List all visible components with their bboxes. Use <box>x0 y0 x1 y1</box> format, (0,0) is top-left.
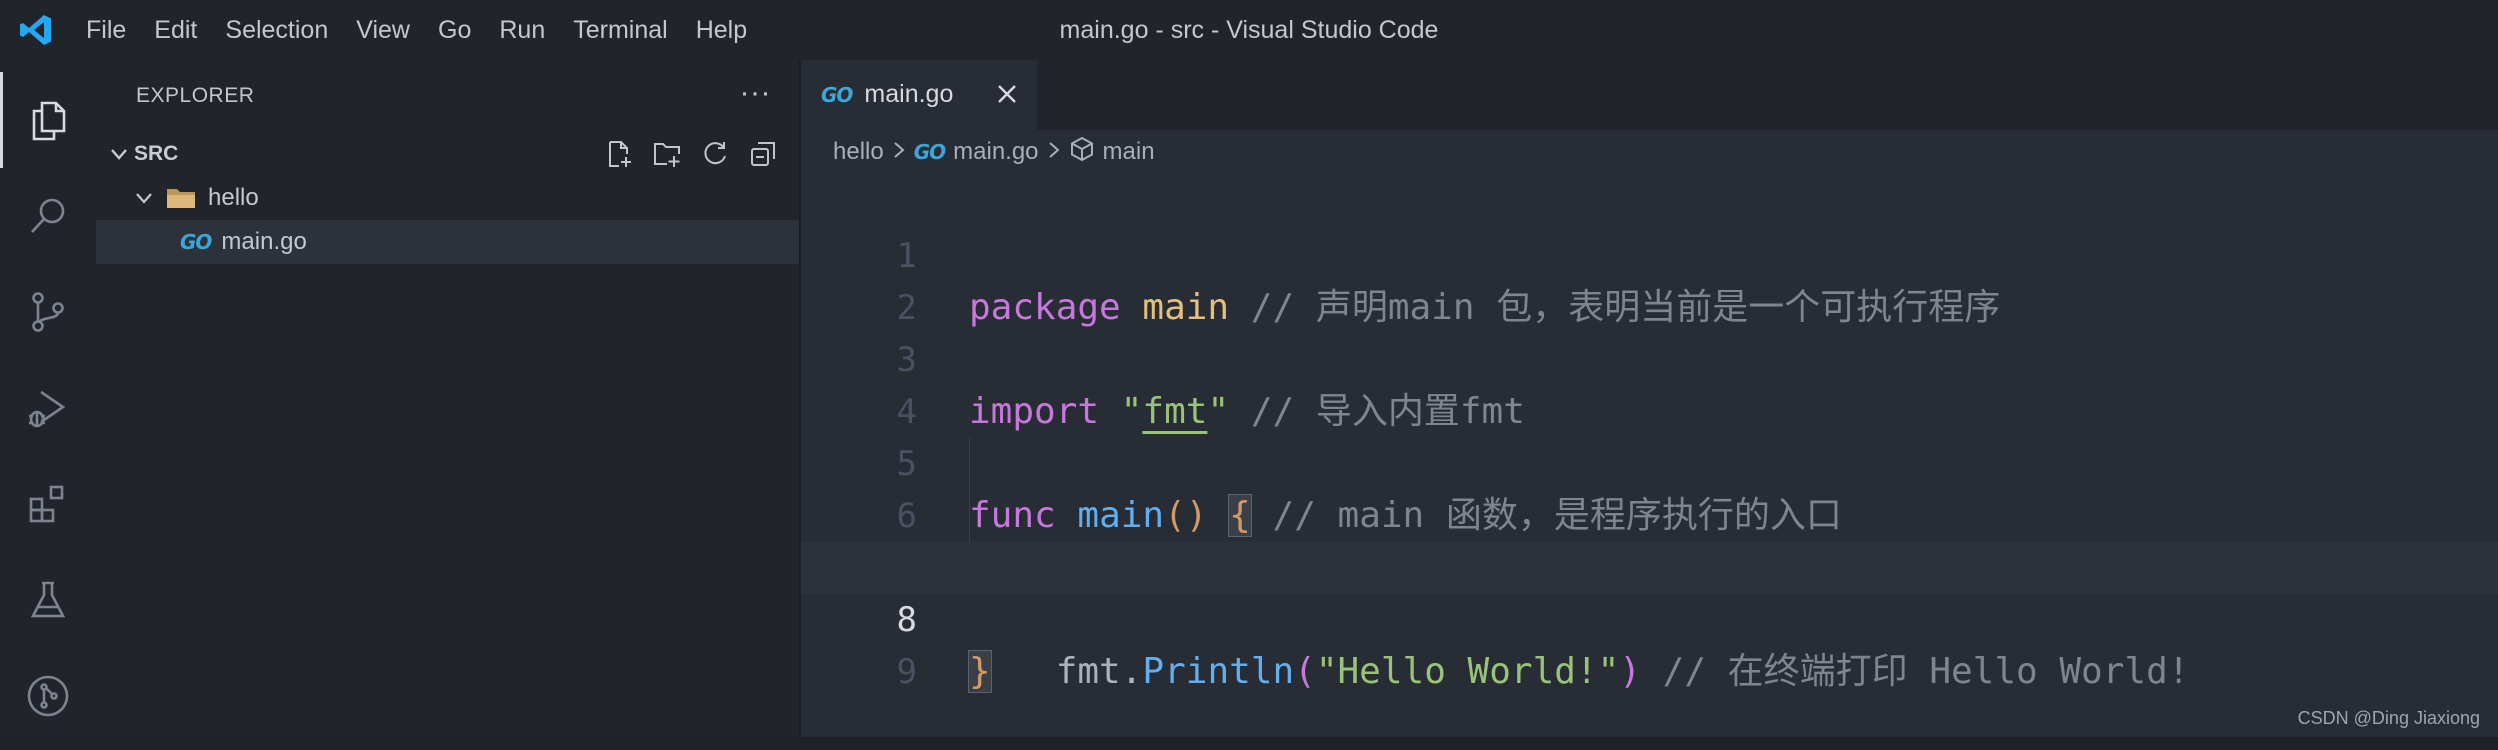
brace-token: } <box>968 650 992 693</box>
more-actions-icon[interactable]: ··· <box>740 76 771 110</box>
run-debug-icon[interactable] <box>0 360 96 456</box>
identifier-token: fmt <box>1055 651 1121 692</box>
git-graph-icon[interactable] <box>0 648 96 744</box>
menu-file[interactable]: File <box>72 0 140 60</box>
chevron-right-icon <box>1047 138 1061 166</box>
indent-guide <box>969 490 970 542</box>
explorer-title: EXPLORER <box>136 84 255 107</box>
code-line: 2 <box>801 230 2498 328</box>
go-file-icon: GO <box>821 82 853 107</box>
title-bar: File Edit Selection View Go Run Terminal… <box>0 0 2498 60</box>
explorer-header: EXPLORER ··· <box>96 60 799 132</box>
breadcrumb-folder[interactable]: hello <box>833 138 884 166</box>
tab-label: main.go <box>864 80 954 108</box>
extensions-icon[interactable] <box>0 456 96 552</box>
paren-token: ( <box>1294 651 1316 692</box>
menu-terminal[interactable]: Terminal <box>559 0 681 60</box>
testing-icon[interactable] <box>0 552 96 648</box>
symbol-module-icon <box>1069 136 1095 169</box>
workspace-name: SRC <box>134 142 179 165</box>
chevron-right-icon <box>892 138 906 166</box>
menu-edit[interactable]: Edit <box>140 0 211 60</box>
search-icon[interactable] <box>0 168 96 264</box>
new-folder-icon[interactable] <box>643 136 691 172</box>
new-file-icon[interactable] <box>595 136 643 172</box>
breadcrumb-file[interactable]: main.go <box>953 138 1038 166</box>
tree-folder-hello[interactable]: hello <box>96 176 799 220</box>
editor-area: GO main.go hello GO main.go main 1 packa… <box>801 60 2498 737</box>
code-line: 6 <box>801 438 2498 536</box>
code-line: 4 <box>801 334 2498 432</box>
comment-token: // 在终端打印 Hello World! <box>1662 651 2190 692</box>
code-line: 1 package main // 声明main 包，表明当前是一个可执行程序 <box>801 178 2498 328</box>
tree-item-label: hello <box>208 184 259 211</box>
go-file-icon: GO <box>180 230 212 254</box>
breadcrumb-symbol[interactable]: main <box>1103 138 1155 166</box>
go-file-icon: GO <box>913 140 946 164</box>
tab-bar: GO main.go <box>801 60 2498 130</box>
collapse-all-icon[interactable] <box>739 136 787 172</box>
code-line: 3 import "fmt" // 导入内置fmt <box>801 282 2498 432</box>
explorer-sidebar: EXPLORER ··· SRC hello GO main.go <box>96 60 800 737</box>
line-number: 9 <box>896 652 917 692</box>
menu-selection[interactable]: Selection <box>211 0 342 60</box>
dot-token: . <box>1120 651 1143 692</box>
menu-view[interactable]: View <box>342 0 424 60</box>
folder-icon <box>166 186 196 210</box>
tree-file-main-go[interactable]: GO main.go <box>96 220 799 264</box>
string-token: "Hello World!" <box>1315 651 1620 692</box>
source-control-icon[interactable] <box>0 264 96 360</box>
explorer-actions <box>595 136 787 172</box>
activity-bar <box>0 60 96 737</box>
vscode-logo-icon <box>0 0 72 60</box>
tree-item-label: main.go <box>221 228 307 255</box>
menu-bar: File Edit Selection View Go Run Terminal… <box>72 0 761 60</box>
explorer-icon[interactable] <box>0 72 96 168</box>
menu-go[interactable]: Go <box>424 0 485 60</box>
breadcrumb: hello GO main.go main <box>801 130 2498 174</box>
code-line: 9 <box>801 594 2498 692</box>
code-line: 7 fmt.Println("Hello World!") // 在终端打印 H… <box>801 490 2498 692</box>
chevron-down-icon <box>128 188 160 208</box>
function-token: Println <box>1142 651 1295 692</box>
refresh-icon[interactable] <box>691 136 739 172</box>
menu-run[interactable]: Run <box>485 0 559 60</box>
code-line: 5 func main() { // main 函数，是程序执行的入口 <box>801 386 2498 537</box>
tab-main-go[interactable]: GO main.go <box>801 60 1037 130</box>
code-editor[interactable]: 1 package main // 声明main 包，表明当前是一个可执行程序 … <box>801 178 2498 693</box>
code-line-current: 8 } <box>801 542 2498 693</box>
chevron-down-icon <box>104 144 134 164</box>
close-icon[interactable] <box>993 80 1021 115</box>
watermark: CSDN @Ding Jiaxiong <box>2297 708 2480 728</box>
paren-token: ) <box>1619 651 1641 692</box>
workspace-section[interactable]: SRC <box>96 132 799 176</box>
menu-help[interactable]: Help <box>682 0 761 60</box>
indent-guide <box>969 438 970 490</box>
